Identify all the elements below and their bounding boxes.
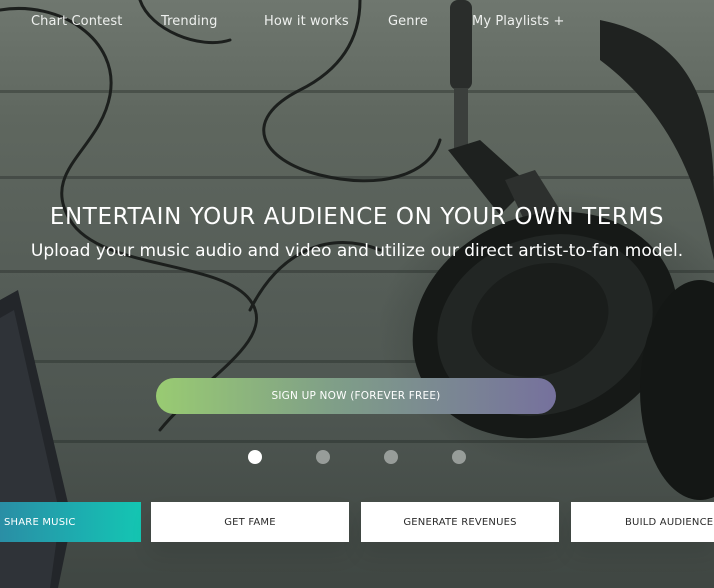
carousel-dot-1[interactable] (248, 450, 262, 464)
nav-chart-contest[interactable]: Chart Contest (31, 14, 122, 29)
tab-get-fame[interactable]: GET FAME (151, 502, 349, 542)
tab-share-music[interactable]: SHARE MUSIC (0, 502, 141, 542)
carousel-dot-2[interactable] (316, 450, 330, 464)
carousel-dots (0, 450, 714, 466)
nav-how-it-works[interactable]: How it works (264, 14, 349, 29)
feature-tabs: SHARE MUSIC GET FAME GENERATE REVENUES B… (0, 502, 714, 588)
nav-genre[interactable]: Genre (388, 14, 428, 29)
nav-trending[interactable]: Trending (161, 14, 217, 29)
tab-build-audience[interactable]: BUILD AUDIENCE (571, 502, 714, 542)
landing-page: Chart Contest Trending How it works Genr… (0, 0, 714, 588)
tab-generate-revenues[interactable]: GENERATE REVENUES (361, 502, 559, 542)
hero-section (0, 0, 714, 588)
carousel-dot-3[interactable] (384, 450, 398, 464)
hero-background-art (0, 0, 714, 588)
carousel-dot-4[interactable] (452, 450, 466, 464)
hero-subline: Upload your music audio and video and ut… (30, 241, 684, 261)
hero-headline: ENTERTAIN YOUR AUDIENCE ON YOUR OWN TERM… (49, 204, 665, 230)
signup-button[interactable]: SIGN UP NOW (FOREVER FREE) (156, 378, 556, 414)
nav-my-playlists[interactable]: My Playlists + (472, 14, 564, 29)
top-nav: Chart Contest Trending How it works Genr… (0, 14, 714, 34)
